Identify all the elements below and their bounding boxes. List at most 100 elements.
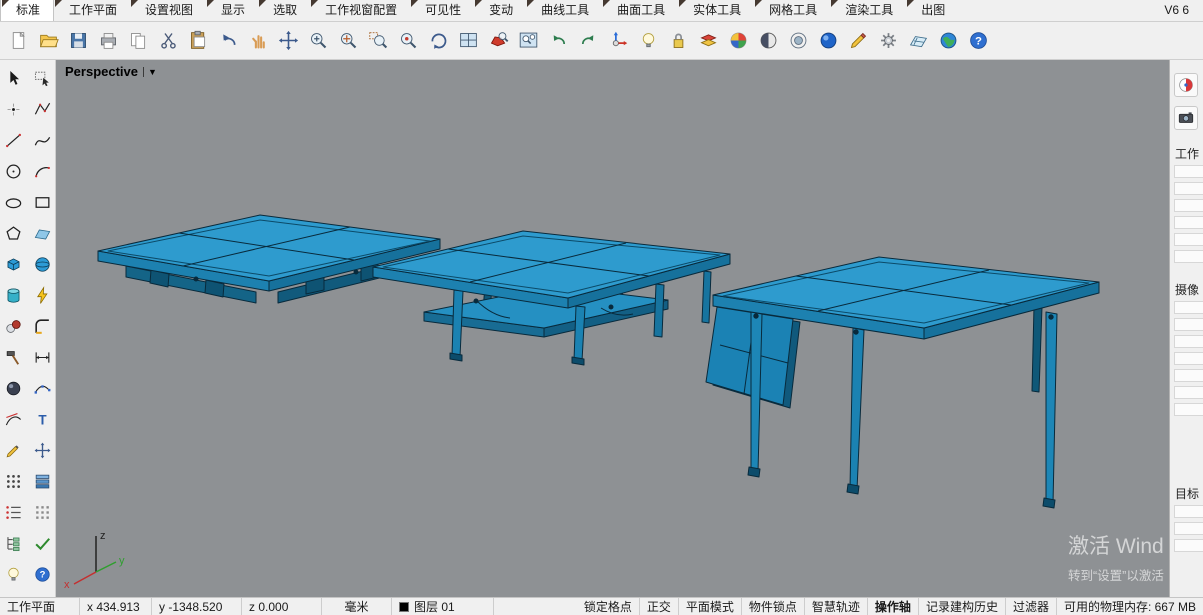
osnap-tool-button[interactable]: [0, 313, 26, 339]
gumball-button[interactable]: [605, 27, 632, 54]
status-toggle-4[interactable]: 物件锁点: [742, 598, 805, 615]
panel-field[interactable]: [1174, 182, 1203, 195]
menu-tab-12[interactable]: 网格工具: [754, 0, 830, 21]
options-gear-button[interactable]: [875, 27, 902, 54]
panel-field[interactable]: [1174, 352, 1203, 365]
menu-tab-3[interactable]: 设置视图: [130, 0, 206, 21]
table-model-open[interactable]: [705, 256, 1100, 509]
menu-tab-4[interactable]: 显示: [206, 0, 258, 21]
viewport-menu-arrow-icon[interactable]: ▼: [143, 66, 157, 77]
point-tool-button[interactable]: [0, 96, 26, 122]
menu-tab-13[interactable]: 渲染工具: [830, 0, 906, 21]
zoom-selected-button[interactable]: [395, 27, 422, 54]
status-toggle-8[interactable]: 过滤器: [1006, 598, 1057, 615]
ghosted-display-button[interactable]: [785, 27, 812, 54]
help-button[interactable]: ?: [965, 27, 992, 54]
panel-field[interactable]: [1174, 165, 1203, 178]
panel-field[interactable]: [1174, 216, 1203, 229]
cut-button[interactable]: [155, 27, 182, 54]
pencil-tool-button[interactable]: [0, 437, 26, 463]
move-tool-button[interactable]: [29, 437, 55, 463]
camera-tab-button[interactable]: [1174, 106, 1198, 130]
panel-field[interactable]: [1174, 199, 1203, 212]
rendered-display-button[interactable]: [815, 27, 842, 54]
world-view-button[interactable]: [935, 27, 962, 54]
menu-tab-11[interactable]: 实体工具: [678, 0, 754, 21]
panel-field[interactable]: [1174, 505, 1203, 518]
color-wheel-button[interactable]: [725, 27, 752, 54]
lamp-tool-button[interactable]: [0, 561, 26, 587]
properties-tab-button[interactable]: [1174, 73, 1198, 97]
menu-tab-6[interactable]: 工作视窗配置: [310, 0, 410, 21]
circle-tool-button[interactable]: [0, 158, 26, 184]
copy-to-clipboard-button[interactable]: [125, 27, 152, 54]
help-tool-button[interactable]: ?: [29, 561, 55, 587]
redo-view-button[interactable]: [575, 27, 602, 54]
box-tool-button[interactable]: [0, 251, 26, 277]
viewport-title[interactable]: Perspective ▼: [65, 64, 157, 79]
trim-tool-button[interactable]: [0, 344, 26, 370]
zoom-button[interactable]: [305, 27, 332, 54]
panel-field[interactable]: [1174, 318, 1203, 331]
tangent-tool-button[interactable]: [0, 406, 26, 432]
print-button[interactable]: [95, 27, 122, 54]
panel-field[interactable]: [1174, 233, 1203, 246]
pan-view-button[interactable]: [275, 27, 302, 54]
3d-scene[interactable]: z x y: [56, 60, 1169, 595]
shaded-display-button[interactable]: [755, 27, 782, 54]
zoom-window-button[interactable]: [365, 27, 392, 54]
select-tool-button[interactable]: [0, 65, 26, 91]
menu-tab-10[interactable]: 曲面工具: [602, 0, 678, 21]
shade-tool-button[interactable]: [0, 375, 26, 401]
panel-field[interactable]: [1174, 539, 1203, 552]
menu-tab-9[interactable]: 曲线工具: [526, 0, 602, 21]
panel-field[interactable]: [1174, 522, 1203, 535]
menu-tab-2[interactable]: 工作平面: [54, 0, 130, 21]
tree-tool-button[interactable]: [0, 530, 26, 556]
open-file-button[interactable]: [35, 27, 62, 54]
undo-view-button[interactable]: [545, 27, 572, 54]
grid-tool-button[interactable]: [29, 499, 55, 525]
undo-button[interactable]: [215, 27, 242, 54]
layer-tool-button[interactable]: [29, 468, 55, 494]
plane-surface-tool-button[interactable]: [29, 220, 55, 246]
zoom-extents-all-button[interactable]: [515, 27, 542, 54]
status-toggle-2[interactable]: 正交: [640, 598, 679, 615]
panel-field[interactable]: [1174, 403, 1203, 416]
text-tool-button[interactable]: T: [29, 406, 55, 432]
panel-field[interactable]: [1174, 250, 1203, 263]
save-file-button[interactable]: [65, 27, 92, 54]
curve-tool-button[interactable]: [29, 127, 55, 153]
polyline-tool-button[interactable]: [29, 96, 55, 122]
marquee-select-tool-button[interactable]: [29, 65, 55, 91]
dimension-tool-button[interactable]: [29, 344, 55, 370]
list-tool-button[interactable]: [0, 499, 26, 525]
line-tool-button[interactable]: [0, 127, 26, 153]
boolean-tool-button[interactable]: [29, 282, 55, 308]
fillet-tool-button[interactable]: [29, 313, 55, 339]
status-toggle-6[interactable]: 操作轴: [868, 598, 919, 615]
menu-tab-7[interactable]: 可见性: [410, 0, 474, 21]
menu-tab-8[interactable]: 变动: [474, 0, 526, 21]
cylinder-tool-button[interactable]: [0, 282, 26, 308]
lock-button[interactable]: [665, 27, 692, 54]
units-button[interactable]: 毫米: [322, 598, 392, 615]
polygon-tool-button[interactable]: [0, 220, 26, 246]
status-toggle-7[interactable]: 记录建构历史: [919, 598, 1006, 615]
visibility-lamp-button[interactable]: [635, 27, 662, 54]
check-tool-button[interactable]: [29, 530, 55, 556]
arc-tool-button[interactable]: [29, 158, 55, 184]
menu-tab-1[interactable]: 标准: [0, 0, 55, 21]
rectangle-tool-button[interactable]: [29, 189, 55, 215]
status-toggle-1[interactable]: 锁定格点: [577, 598, 640, 615]
status-toggle-3[interactable]: 平面模式: [679, 598, 742, 615]
zoom-dynamic-button[interactable]: [335, 27, 362, 54]
perspective-viewport[interactable]: Perspective ▼ z x y 激活 Wind 转到“设置”以激活: [56, 60, 1169, 597]
panel-field[interactable]: [1174, 386, 1203, 399]
sphere-tool-button[interactable]: [29, 251, 55, 277]
status-toggle-5[interactable]: 智慧轨迹: [805, 598, 868, 615]
menu-tab-14[interactable]: 出图: [906, 0, 958, 21]
panel-field[interactable]: [1174, 335, 1203, 348]
panel-field[interactable]: [1174, 369, 1203, 382]
panel-field[interactable]: [1174, 301, 1203, 314]
